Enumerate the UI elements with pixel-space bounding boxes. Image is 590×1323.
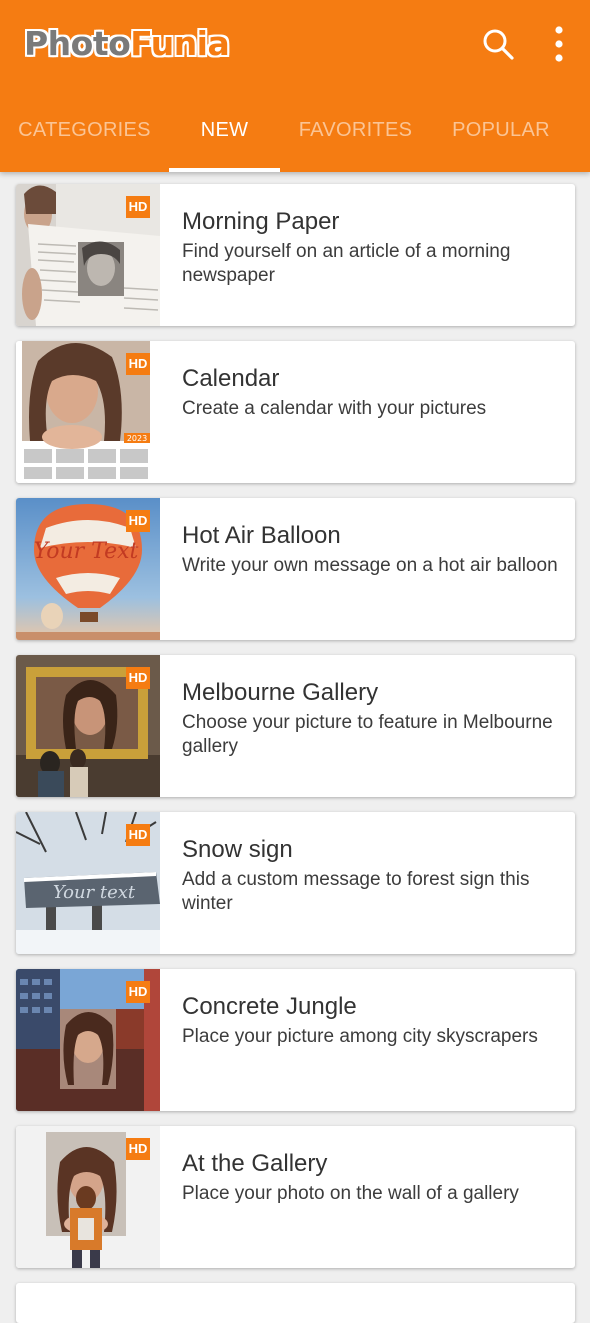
effect-description: Write your own message on a hot air ball… [182, 555, 558, 576]
effect-description: Create a calendar with your pictures [182, 398, 487, 419]
hd-badge: HD [126, 196, 150, 218]
effect-card-concrete-jungle[interactable]: HD Concrete Jungle Place your picture am… [16, 969, 575, 1111]
effect-title: At the Gallery [182, 1150, 328, 1177]
effect-title: Hot Air Balloon [182, 522, 341, 549]
effect-description: Place your picture among city skyscraper… [182, 1026, 538, 1047]
effect-title: Snow sign [182, 836, 293, 863]
calendar-year-label: 2023 [127, 434, 147, 443]
tab-bar: CATEGORIES NEW FAVORITES POPULAR [0, 100, 590, 172]
effect-card-partial[interactable] [16, 1283, 575, 1323]
effect-description: Find yourself on an article of a morning… [182, 241, 511, 286]
logo-part-funia: Funia [130, 24, 230, 63]
hd-badge: HD [126, 981, 150, 1003]
thumbnail-morning-paper: HD [16, 184, 160, 326]
effect-card-calendar[interactable]: 2023 HD Calendar Create a calendar with … [16, 341, 575, 483]
active-tab-indicator [169, 168, 280, 172]
hd-badge: HD [126, 1138, 150, 1160]
app-bar: PhotoFunia CATEGORIES NEW FAVORITES POPU… [0, 0, 590, 172]
effect-description: Place your photo on the wall of a galler… [182, 1183, 519, 1204]
effect-card-morning-paper[interactable]: HD Morning Paper Find yourself on an art… [16, 184, 575, 326]
hd-badge: HD [126, 824, 150, 846]
sign-text: Your text [53, 882, 136, 903]
effect-card-hot-air-balloon[interactable]: Your Text HD Hot Air Balloon Write your … [16, 498, 575, 640]
thumbnail-at-the-gallery: HD [16, 1126, 160, 1268]
effect-card-at-the-gallery[interactable]: HD At the Gallery Place your photo on th… [16, 1126, 575, 1268]
tab-categories[interactable]: CATEGORIES [0, 100, 169, 172]
thumbnail-snow-sign: Your text HD [16, 812, 160, 954]
more-options-button[interactable] [537, 22, 581, 66]
thumbnail-calendar: 2023 HD [16, 341, 160, 483]
hd-badge: HD [126, 510, 150, 532]
tab-new[interactable]: NEW [169, 100, 280, 172]
thumbnail-melbourne-gallery: HD [16, 655, 160, 797]
logo-part-photo: Photo [24, 24, 131, 63]
effect-card-snow-sign[interactable]: Your text HD Snow sign Add a custom mess… [16, 812, 575, 954]
effect-card-melbourne-gallery[interactable]: HD Melbourne Gallery Choose your picture… [16, 655, 575, 797]
effect-title: Melbourne Gallery [182, 679, 379, 706]
hd-badge: HD [126, 353, 150, 375]
thumbnail-concrete-jungle: HD [16, 969, 160, 1111]
effect-description: Add a custom message to forest sign this… [182, 869, 530, 914]
effect-title: Morning Paper [182, 208, 340, 235]
photofunia-logo[interactable]: PhotoFunia [24, 22, 230, 66]
balloon-text: Your Text [34, 539, 139, 564]
effect-title: Concrete Jungle [182, 993, 357, 1020]
search-button[interactable] [476, 22, 520, 66]
tab-favorites[interactable]: FAVORITES [280, 100, 431, 172]
thumbnail-hot-air-balloon: Your Text HD [16, 498, 160, 640]
effect-description: Choose your picture to feature in Melbou… [182, 712, 553, 757]
hd-badge: HD [126, 667, 150, 689]
more-vertical-icon [555, 26, 563, 62]
tab-popular[interactable]: POPULAR [431, 100, 571, 172]
search-icon [483, 29, 514, 60]
effect-title: Calendar [182, 365, 280, 392]
